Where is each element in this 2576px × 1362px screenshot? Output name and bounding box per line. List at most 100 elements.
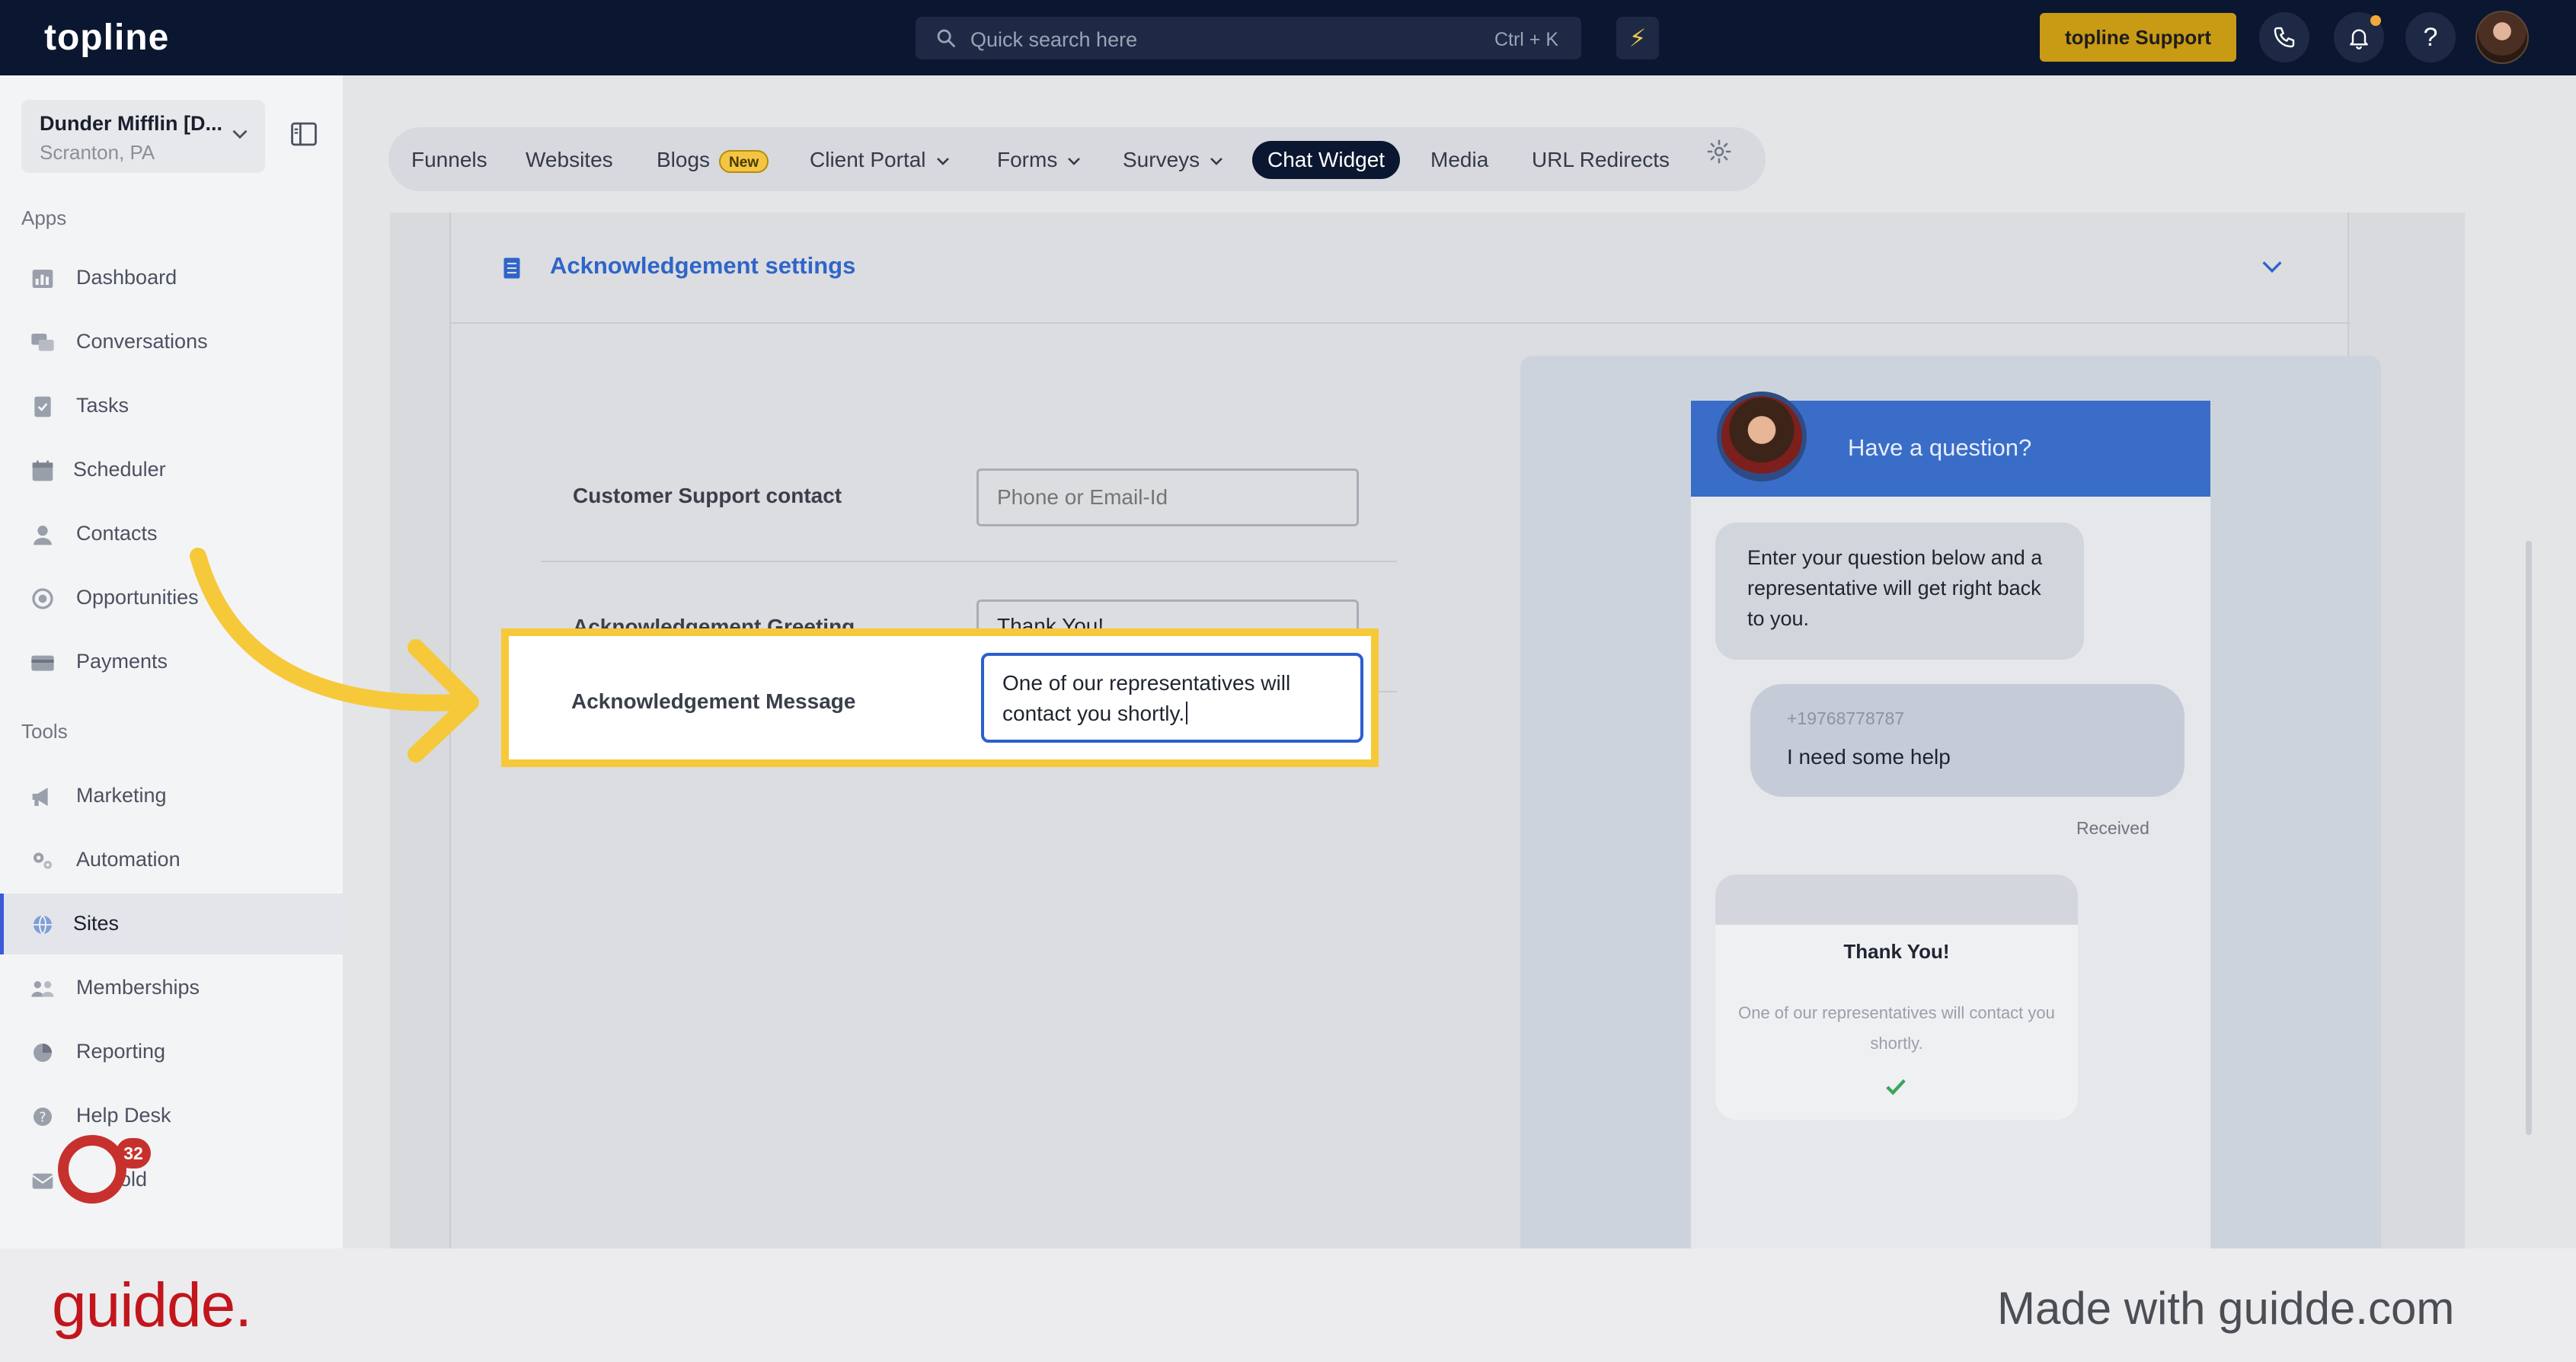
row-divider [541, 561, 1397, 562]
account-location: Scranton, PA [40, 141, 155, 164]
chevron-down-icon [936, 157, 949, 165]
help-icon: ? [34, 1108, 52, 1126]
sites-tab-bar: Funnels Websites Blogs New Client Portal … [388, 127, 1766, 191]
tab-chat-widget[interactable]: Chat Widget [1252, 141, 1401, 179]
sidebar-item-sites[interactable]: Sites [0, 894, 343, 954]
chevron-down-icon[interactable] [2259, 255, 2285, 278]
sidebar-item-automation[interactable]: Automation [0, 830, 343, 890]
chat-header-title: Have a question? [1848, 434, 2032, 461]
message-textarea[interactable]: One of our representatives will contact … [981, 653, 1363, 743]
apps-section-label: Apps [21, 206, 67, 229]
intro-bubble: Enter your question below and a represen… [1715, 523, 2084, 660]
sidebar-item-memberships[interactable]: Memberships [0, 958, 343, 1018]
quick-search[interactable]: Quick search here Ctrl + K [916, 17, 1581, 59]
agent-avatar [1717, 392, 1807, 481]
bell-icon [2350, 29, 2368, 50]
user-message: I need some help [1787, 745, 1951, 769]
scrollbar[interactable] [2526, 541, 2532, 1135]
message-label: Acknowledgement Message [571, 689, 856, 713]
chat-header: Have a question? [1691, 392, 2210, 497]
megaphone-icon [32, 788, 48, 806]
chat-widget-preview: Have a question? Enter your question bel… [1691, 392, 2210, 1249]
panel-header[interactable]: Acknowledgement settings [451, 213, 2351, 324]
sidebar-item-reporting[interactable]: Reporting [0, 1021, 343, 1082]
sidebar-item-conversations[interactable]: Conversations [0, 312, 343, 372]
sidebar-item-scheduler[interactable]: Scheduler [0, 440, 343, 500]
tab-forms[interactable]: Forms [997, 141, 1082, 179]
account-name: Dunder Mifflin [D... [40, 112, 222, 135]
user-avatar[interactable] [2475, 11, 2529, 64]
user-message-bubble: +19768778787 I need some help [1750, 684, 2184, 797]
search-icon [937, 29, 955, 47]
tab-surveys[interactable]: Surveys [1123, 141, 1224, 179]
search-shortcut: Ctrl + K [1494, 29, 1558, 50]
support-chat-launcher[interactable] [58, 1135, 126, 1204]
chat-icon [31, 334, 54, 351]
app-logo[interactable]: topline [44, 17, 169, 59]
tab-client-portal-label: Client Portal [810, 148, 926, 171]
sidebar-item-label: Memberships [76, 976, 200, 999]
support-contact-input[interactable] [976, 468, 1359, 526]
support-button[interactable]: topline Support [2040, 13, 2236, 62]
message-line-2-text: contact you shortly. [1002, 702, 1185, 725]
tab-media[interactable]: Media [1430, 141, 1488, 179]
document-icon [503, 257, 520, 279]
globe-icon [34, 915, 52, 935]
notification-count-badge: 32 [116, 1138, 151, 1169]
sidebar-item-help-desk[interactable]: ? Help Desk [0, 1085, 343, 1146]
message-status: Received [2076, 818, 2149, 838]
gear-icon[interactable] [1706, 139, 1732, 165]
sidebar-item-mailfold[interactable]: Mailfold [0, 1149, 343, 1210]
tab-forms-label: Forms [997, 148, 1058, 171]
search-placeholder: Quick search here [970, 28, 1138, 51]
tab-url-redirects[interactable]: URL Redirects [1532, 141, 1670, 179]
help-button[interactable]: ? [2405, 12, 2456, 62]
message-line-2: contact you shortly. [1002, 699, 1342, 729]
sidebar-item-label: Sites [73, 912, 120, 935]
quick-actions-button[interactable]: ⚡ [1616, 17, 1659, 59]
tab-websites[interactable]: Websites [526, 141, 613, 179]
pie-icon [34, 1044, 52, 1062]
sidebar-toggle-icon[interactable] [289, 121, 318, 147]
acknowledgement-title: Thank You! [1843, 940, 1950, 963]
sidebar-item-tasks[interactable]: Tasks [0, 376, 343, 436]
sidebar-item-label: Contacts [76, 522, 158, 545]
help-icon: ? [2423, 23, 2438, 52]
chevron-down-icon [232, 129, 248, 139]
sidebar-item-label: Marketing [76, 784, 167, 807]
sidebar-item-dashboard[interactable]: Dashboard [0, 248, 343, 309]
new-badge: New [719, 149, 769, 173]
tab-client-portal[interactable]: Client Portal [810, 141, 951, 179]
footer: guidde. Made with guidde.com [0, 1248, 2576, 1362]
made-with-text: Made with guidde.com [1997, 1283, 2455, 1334]
sidebar-item-label: Dashboard [76, 266, 177, 289]
panel-title: Acknowledgement settings [550, 252, 856, 279]
task-icon [34, 396, 51, 417]
account-switcher[interactable]: Dunder Mifflin [D... Scranton, PA [21, 100, 265, 173]
sidebar-item-label: Conversations [76, 330, 208, 353]
chevron-down-icon [1210, 157, 1223, 165]
sidebar-item-label: Payments [76, 650, 168, 673]
guidde-logo[interactable]: guidde. [52, 1270, 252, 1341]
tab-funnels[interactable]: Funnels [411, 141, 487, 179]
members-icon [31, 981, 54, 997]
support-contact-label: Customer Support contact [573, 484, 842, 507]
gears-icon [34, 852, 52, 869]
app-root: topline Quick search here Ctrl + K ⚡ top… [0, 0, 2576, 1362]
sidebar-item-label: Automation [76, 848, 181, 871]
tab-blogs[interactable]: Blogs New [657, 141, 769, 179]
dashboard-icon [32, 270, 53, 288]
svg-text:?: ? [39, 1111, 46, 1126]
phone-icon [2274, 27, 2295, 48]
tab-blogs-label: Blogs [657, 148, 711, 171]
card-strip [1715, 874, 2078, 925]
sidebar-item-label: Tasks [76, 394, 129, 417]
user-icon [34, 526, 52, 545]
message-line-1: One of our representatives will [1002, 671, 1291, 695]
text-cursor [1186, 702, 1188, 724]
bolt-icon: ⚡ [1628, 24, 1647, 52]
phone-button[interactable] [2259, 12, 2309, 62]
annotation-arrow-icon [190, 548, 479, 763]
sidebar-item-label: Help Desk [76, 1104, 171, 1127]
calendar-icon [32, 460, 53, 481]
